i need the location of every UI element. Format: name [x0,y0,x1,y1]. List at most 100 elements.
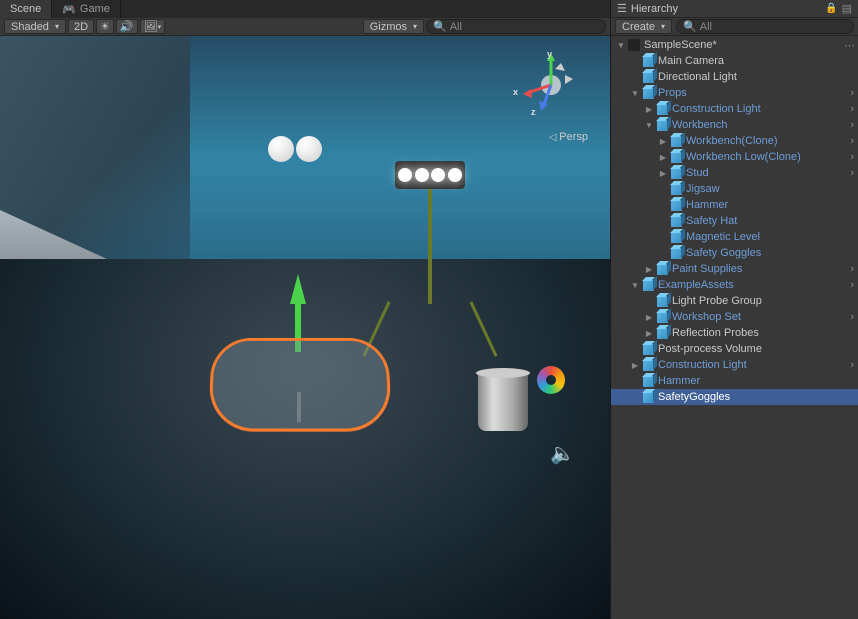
scene-menu-icon[interactable]: ⋯ [844,39,854,52]
prefab-open-icon[interactable]: › [850,167,854,179]
tree-item-label: Post-process Volume [658,343,762,355]
prefab-open-icon[interactable]: › [850,135,854,147]
gameobject-cube-icon [641,374,655,388]
prefab-open-icon[interactable]: › [850,119,854,131]
expand-arrow[interactable]: ▶ [643,265,655,274]
mode-2d-button[interactable]: 2D [68,19,94,34]
tree-row[interactable]: ▶ Workshop Set › [611,309,858,325]
prefab-open-icon[interactable]: › [850,359,854,371]
tree-row[interactable]: ▼ SampleScene* ⋯ [611,37,858,53]
create-label: Create [622,21,655,33]
expand-arrow[interactable]: ▶ [643,105,655,114]
tree-item-label: Stud [686,167,709,179]
gizmos-dropdown[interactable]: Gizmos [363,19,424,34]
tree-row[interactable]: ▶Paint Supplies› [611,261,858,277]
tree-row[interactable]: ▶Reflection Probes [611,325,858,341]
orientation-gizmo[interactable]: y x z [517,51,585,119]
tree-item-label: Safety Goggles [686,247,761,259]
gizmos-label: Gizmos [370,21,407,33]
expand-arrow[interactable]: ▶ [643,329,655,338]
scene-viewport[interactable]: 🔈 y x z ◁ Persp [0,36,610,619]
expand-arrow[interactable]: ▶ [657,153,669,162]
hierarchy-pane: ☰ Hierarchy 🔒 ▤ Create 🔍All ▼SampleScene… [610,0,858,619]
scene-search-placeholder: All [450,21,462,33]
gameobject-cube-icon [655,294,669,308]
expand-arrow[interactable]: ▼ [615,41,627,50]
scene-tab-bar: Scene 🎮Game [0,0,610,18]
image-icon: 🖼 [144,20,158,33]
tree-row[interactable]: ▼Props› [611,85,858,101]
shading-dropdown[interactable]: Shaded [4,19,66,34]
gameobject-cube-icon [641,358,655,372]
tree-row[interactable]: Magnetic Level [611,229,858,245]
scene-pane: Scene 🎮Game Shaded 2D ☀ 🔊 🖼▾ Gizmos 🔍All… [0,0,610,619]
tree-row[interactable]: ▶ Workbench(Clone) › [611,133,858,149]
expand-arrow[interactable]: ▼ [629,281,641,290]
move-gizmo-y-axis[interactable] [290,274,306,304]
selected-object-goggles[interactable] [207,338,392,432]
tree-row[interactable]: ▶Construction Light› [611,101,858,117]
create-dropdown[interactable]: Create [615,19,672,34]
scene-floor [0,259,610,619]
tree-row[interactable]: ▼ExampleAssets› [611,277,858,293]
tree-row[interactable]: Hammer [611,373,858,389]
tab-game[interactable]: 🎮Game [52,0,121,18]
scene-toolbar: Shaded 2D ☀ 🔊 🖼▾ Gizmos 🔍All [0,18,610,36]
lighting-toggle[interactable]: ☀ [96,19,114,34]
tree-item-label: Workshop Set [672,311,741,323]
tab-scene[interactable]: Scene [0,0,52,18]
panel-menu-icon[interactable]: ▤ [842,2,852,15]
prefab-open-icon[interactable]: › [850,263,854,275]
expand-arrow[interactable]: ▶ [657,169,669,178]
scene-search[interactable]: 🔍All [426,19,606,34]
gameobject-cube-icon [641,70,655,84]
gameobject-cube-icon [641,86,655,100]
tree-row[interactable]: ▶Workbench Low(Clone)› [611,149,858,165]
gameobject-cube-icon [655,310,669,324]
gizmo-z-label: z [531,107,536,117]
tree-row[interactable]: Safety Goggles [611,245,858,261]
projection-label[interactable]: ◁ Persp [549,131,588,143]
tree-item-label: Hammer [658,375,700,387]
tree-row[interactable]: ▼Workbench› [611,117,858,133]
tree-row[interactable]: Main Camera [611,53,858,69]
search-icon: 🔍 [683,20,697,33]
tree-row[interactable]: ▶Construction Light› [611,357,858,373]
gameobject-cube-icon [655,262,669,276]
prefab-open-icon[interactable]: › [850,279,854,291]
prefab-open-icon[interactable]: › [850,87,854,99]
tree-item-label: Main Camera [658,55,724,67]
hierarchy-search[interactable]: 🔍All [676,19,854,34]
expand-arrow[interactable]: ▶ [629,361,641,370]
expand-arrow[interactable]: ▶ [643,313,655,322]
camera-gizmo-icon [537,366,565,394]
expand-arrow[interactable]: ▶ [657,137,669,146]
mode-2d-label: 2D [74,21,88,33]
hierarchy-tree[interactable]: ▼ SampleScene* ⋯ Main Camera Directional Lig… [611,36,858,619]
expand-arrow[interactable]: ▼ [643,121,655,130]
audio-toggle[interactable]: 🔊 [116,19,138,34]
tree-row[interactable]: Post-process Volume [611,341,858,357]
tree-row[interactable]: SafetyGoggles [611,389,858,405]
gameobject-cube-icon [669,198,683,212]
hierarchy-toolbar: Create 🔍All [611,18,858,36]
tab-game-label: Game [80,3,110,15]
tree-row[interactable]: Safety Hat [611,213,858,229]
tree-row[interactable]: Directional Light [611,69,858,85]
tree-item-label: Workbench(Clone) [686,135,778,147]
tree-row[interactable]: Jigsaw [611,181,858,197]
prefab-open-icon[interactable]: › [850,311,854,323]
scene-spheres [268,136,322,162]
tree-row[interactable]: Hammer [611,197,858,213]
prefab-open-icon[interactable]: › [850,151,854,163]
tree-row[interactable]: ▶ Stud › [611,165,858,181]
unity-scene-icon [627,38,641,52]
tree-row[interactable]: Light Probe Group [611,293,858,309]
hierarchy-icon: ☰ [617,2,627,15]
expand-arrow[interactable]: ▼ [629,89,641,98]
prefab-open-icon[interactable]: › [850,103,854,115]
tree-item-label: Directional Light [658,71,737,83]
lock-icon[interactable]: 🔒 [825,3,837,14]
fx-toggle[interactable]: 🖼▾ [140,19,165,34]
tree-item-label: SampleScene* [644,39,717,51]
